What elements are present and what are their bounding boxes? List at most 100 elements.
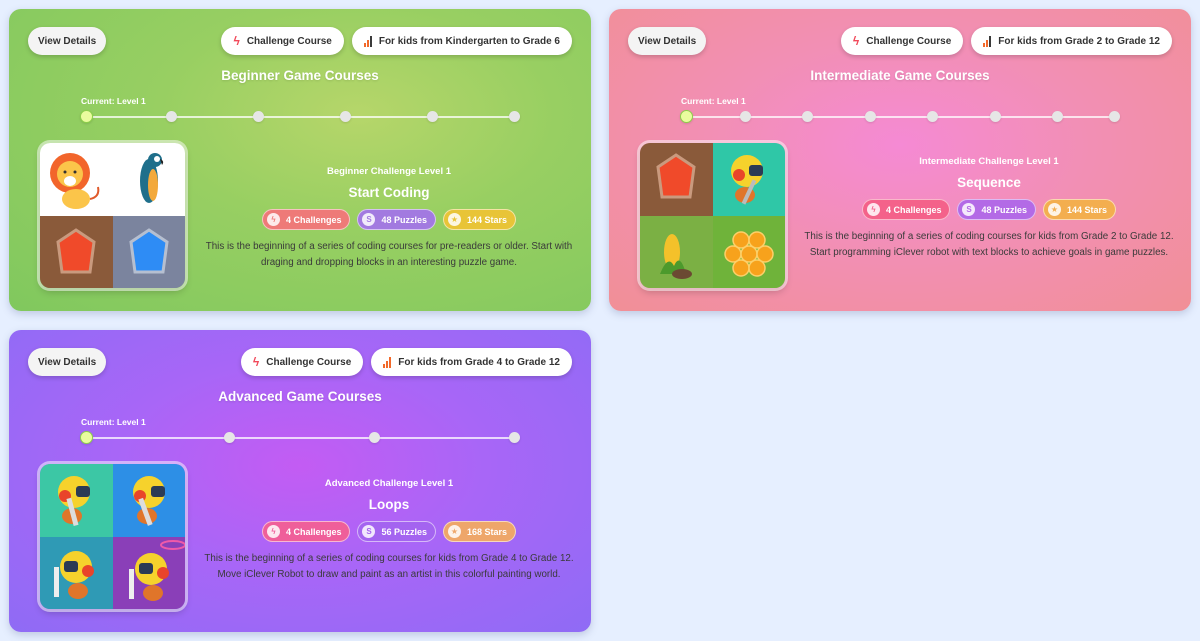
lightning-icon: ϟ: [852, 34, 860, 48]
challenge-subtitle: Intermediate Challenge Level 1: [919, 156, 1059, 167]
level-dot[interactable]: [369, 432, 380, 443]
robot-painter-icon: [112, 536, 185, 609]
challenge-course-tag[interactable]: ϟ Challenge Course: [221, 27, 344, 55]
challenge-course-tag[interactable]: ϟ Challenge Course: [840, 27, 964, 55]
current-level-label: Current: Level 1: [681, 96, 746, 106]
challenges-count: 4 Challenges: [885, 204, 942, 215]
level-dot[interactable]: [865, 111, 876, 122]
level-dot[interactable]: [927, 111, 938, 122]
puzzles-count-badge: S 48 Puzzles: [957, 199, 1037, 220]
challenge-name: Sequence: [957, 175, 1021, 190]
level-bars-icon: [983, 35, 992, 47]
challenges-count-badge: ϟ 4 Challenges: [261, 521, 351, 542]
stars-count: 144 Stars: [1067, 204, 1108, 215]
challenge-description: This is the beginning of a series of cod…: [804, 231, 1174, 258]
level-dot[interactable]: [1052, 111, 1063, 122]
robot-painter-icon: [40, 464, 113, 537]
level-dot[interactable]: [509, 111, 520, 122]
course-card-beginner: View Details ϟ Challenge Course For kids…: [9, 9, 591, 311]
stars-count: 168 Stars: [467, 526, 508, 537]
level-dot-current[interactable]: [680, 110, 693, 123]
lightning-icon: ϟ: [233, 34, 240, 48]
challenge-description: This is the beginning of a series of cod…: [205, 241, 573, 268]
puzzle-icon: S: [362, 525, 376, 538]
stars-count-badge: ★ 144 Stars: [443, 209, 517, 230]
view-details-button[interactable]: View Details: [28, 27, 107, 55]
puzzle-icon: S: [362, 213, 376, 226]
age-range-label: For kids from Kindergarten to Grade 6: [378, 35, 560, 47]
level-dot[interactable]: [224, 432, 235, 443]
challenge-course-tag[interactable]: ϟ Challenge Course: [240, 348, 364, 376]
lion-icon: [40, 143, 113, 216]
course-card-advanced: View Details ϟ Challenge Course For kids…: [9, 330, 591, 632]
puzzles-count: 48 Puzzles: [381, 214, 428, 225]
lightning-icon: ϟ: [252, 355, 260, 369]
level-dot[interactable]: [340, 111, 351, 122]
view-details-button[interactable]: View Details: [28, 348, 107, 376]
level-dot[interactable]: [253, 111, 264, 122]
course-card-intermediate: View Details ϟ Challenge Course For kids…: [609, 9, 1191, 311]
current-level-label: Current: Level 1: [81, 417, 146, 427]
challenge-course-label: Challenge Course: [866, 35, 952, 47]
level-dot-current[interactable]: [80, 110, 93, 123]
stars-count-badge: ★ 168 Stars: [443, 521, 517, 542]
age-range-tag[interactable]: For kids from Grade 2 to Grade 12: [971, 27, 1172, 55]
red-gem-icon: [640, 143, 713, 216]
challenge-name: Loops: [368, 497, 410, 512]
challenge-stats: ϟ 4 Challenges S 56 Puzzles ★ 168 Stars: [195, 521, 583, 542]
level-dot-current[interactable]: [80, 431, 93, 444]
level-dot[interactable]: [740, 111, 751, 122]
star-icon: ★: [448, 213, 462, 226]
challenge-info: Intermediate Challenge Level 1 Sequence …: [795, 156, 1183, 260]
challenge-description: This is the beginning of a series of cod…: [204, 553, 574, 580]
challenge-course-label: Challenge Course: [246, 35, 332, 47]
challenge-subtitle: Beginner Challenge Level 1: [326, 166, 452, 177]
course-thumbnail[interactable]: [40, 143, 185, 288]
level-track: [86, 437, 514, 439]
stars-count: 144 Stars: [467, 214, 508, 225]
age-range-tag[interactable]: For kids from Kindergarten to Grade 6: [351, 27, 572, 55]
challenge-subtitle: Advanced Challenge Level 1: [324, 478, 454, 489]
age-range-tag[interactable]: For kids from Grade 4 to Grade 12: [371, 348, 572, 376]
course-tags: ϟ Challenge Course For kids from Kinderg…: [221, 27, 572, 55]
level-track: [86, 116, 514, 118]
robot-painter-icon: [112, 464, 185, 537]
star-icon: ★: [448, 525, 462, 538]
course-title: Beginner Game Courses: [221, 68, 379, 83]
stars-count-badge: ★ 144 Stars: [1043, 199, 1117, 220]
course-tags: ϟ Challenge Course For kids from Grade 4…: [240, 348, 572, 376]
current-level-label: Current: Level 1: [81, 96, 146, 106]
course-title: Advanced Game Courses: [218, 389, 382, 404]
puzzles-count: 48 Puzzles: [981, 204, 1028, 215]
parrot-icon: [112, 143, 185, 216]
honeycomb-icon: [712, 215, 785, 288]
puzzle-icon: S: [962, 203, 976, 216]
lightning-icon: ϟ: [266, 213, 280, 226]
challenge-name: Start Coding: [348, 185, 430, 200]
challenges-count-badge: ϟ 4 Challenges: [261, 209, 351, 230]
challenge-course-label: Challenge Course: [266, 356, 352, 368]
level-dot[interactable]: [509, 432, 520, 443]
puzzles-count-badge: S 48 Puzzles: [357, 209, 437, 230]
challenge-info: Beginner Challenge Level 1 Start Coding …: [195, 166, 583, 270]
course-title: Intermediate Game Courses: [810, 68, 990, 83]
level-dot[interactable]: [990, 111, 1001, 122]
course-thumbnail[interactable]: [640, 143, 785, 288]
challenge-stats: ϟ 4 Challenges S 48 Puzzles ★ 144 Stars: [795, 199, 1183, 220]
level-bars-icon: [383, 356, 392, 368]
corn-icon: [640, 215, 713, 288]
challenges-count: 4 Challenges: [285, 214, 342, 225]
challenge-stats: ϟ 4 Challenges S 48 Puzzles ★ 144 Stars: [195, 209, 583, 230]
level-dot[interactable]: [1109, 111, 1120, 122]
lightning-icon: ϟ: [866, 203, 880, 216]
course-thumbnail[interactable]: [40, 464, 185, 609]
blue-gem-icon: [112, 215, 185, 288]
age-range-label: For kids from Grade 4 to Grade 12: [398, 356, 560, 368]
level-dot[interactable]: [802, 111, 813, 122]
level-dot[interactable]: [427, 111, 438, 122]
challenges-count-badge: ϟ 4 Challenges: [861, 199, 951, 220]
lightning-icon: ϟ: [266, 525, 280, 538]
view-details-button[interactable]: View Details: [628, 27, 707, 55]
puzzles-count: 56 Puzzles: [381, 526, 428, 537]
level-dot[interactable]: [166, 111, 177, 122]
